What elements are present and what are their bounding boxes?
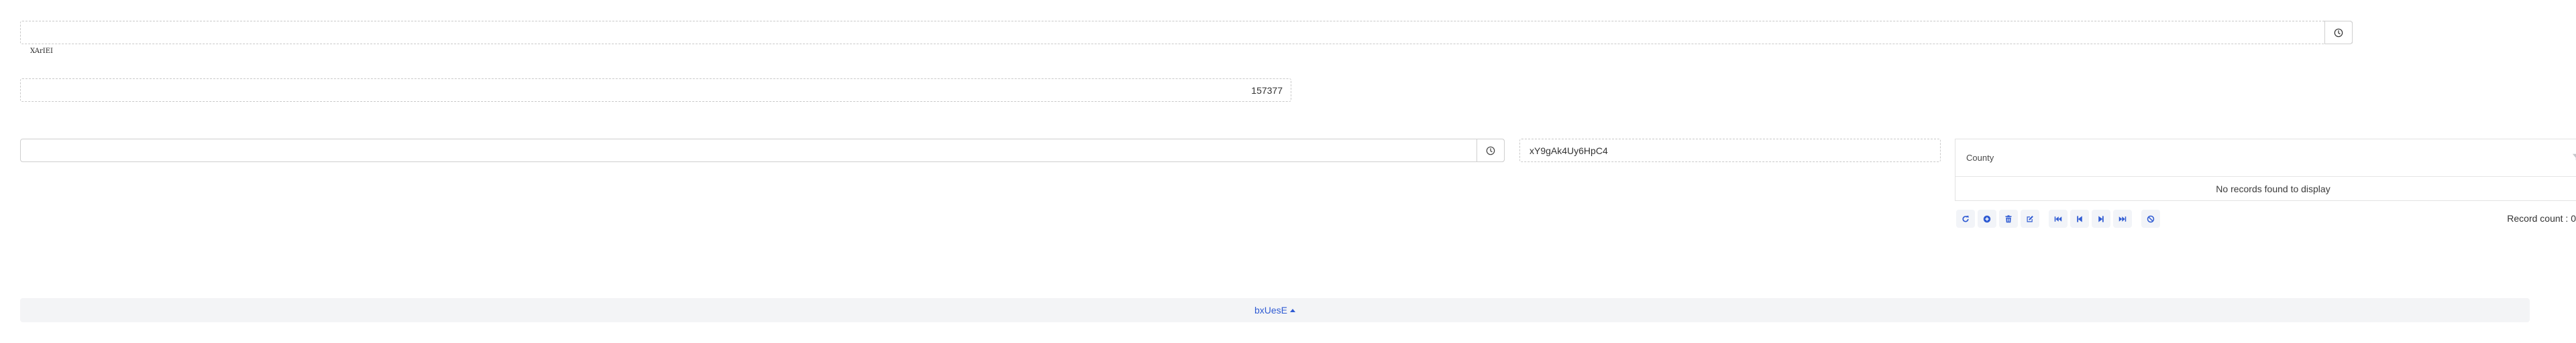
empty-message: No records found to display — [2216, 183, 2330, 194]
plus-circle-icon — [1983, 215, 1991, 222]
edit-icon — [2027, 215, 2033, 222]
data-grid: County No records found to display — [1955, 139, 2576, 201]
field2-value: 157377 — [1251, 84, 1283, 96]
grid-toolbar — [1956, 210, 2160, 228]
delete-button[interactable] — [1999, 210, 2018, 228]
clock-icon — [1486, 146, 1495, 155]
field3-input[interactable] — [20, 139, 1505, 162]
previous-page-button[interactable] — [2070, 210, 2089, 228]
step-forward-icon — [2098, 216, 2104, 222]
field4-input[interactable]: xY9gAk4Uy6HpC4 — [1519, 139, 1941, 162]
field3-clock-button[interactable] — [1477, 139, 1505, 162]
field2-input[interactable]: 157377 — [20, 78, 1291, 102]
refresh-button[interactable] — [1956, 210, 1975, 228]
fast-forward-icon — [2118, 216, 2127, 222]
last-page-button[interactable] — [2113, 210, 2132, 228]
column-header-county[interactable]: County — [1966, 153, 1994, 163]
add-button[interactable] — [1978, 210, 1996, 228]
record-count: Record count : 0 — [2507, 213, 2576, 224]
fast-backward-icon — [2054, 216, 2062, 222]
footer-link-label: bxUesE — [1254, 305, 1288, 316]
footer-bar: bxUesE — [20, 298, 2530, 322]
next-page-button[interactable] — [2092, 210, 2110, 228]
step-backward-icon — [2077, 216, 2082, 222]
refresh-icon — [1962, 215, 1969, 222]
field1-input[interactable] — [20, 21, 2353, 44]
field1-label: XArIEI — [30, 48, 53, 55]
ban-icon — [2147, 215, 2155, 222]
footer-toggle-link[interactable]: bxUesE — [1254, 305, 1296, 316]
grid-header: County — [1955, 139, 2576, 177]
clock-icon — [2334, 28, 2343, 37]
caret-up-icon — [1290, 308, 1296, 312]
filter-icon[interactable] — [2572, 153, 2576, 162]
cancel-button[interactable] — [2141, 210, 2160, 228]
field1-clock-button[interactable] — [2324, 21, 2353, 44]
edit-button[interactable] — [2021, 210, 2039, 228]
field4-value: xY9gAk4Uy6HpC4 — [1529, 145, 1608, 156]
trash-icon — [2005, 214, 2012, 222]
first-page-button[interactable] — [2049, 210, 2068, 228]
